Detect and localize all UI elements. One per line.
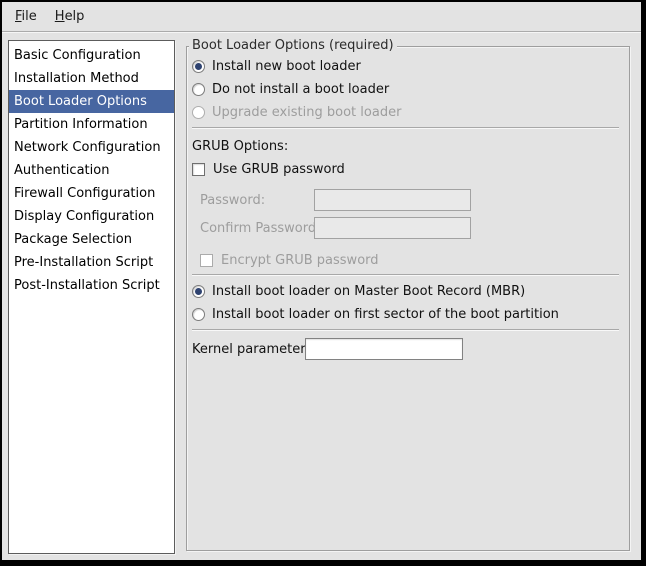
sidebar-item-installation-method[interactable]: Installation Method (9, 67, 174, 90)
radio-row-do-not-install[interactable]: Do not install a boot loader (192, 78, 619, 101)
radio-install-first-sector[interactable] (192, 308, 205, 321)
password-label: Password: (200, 193, 314, 208)
sidebar-item-authentication[interactable]: Authentication (9, 159, 174, 182)
password-input (314, 189, 471, 211)
checkbox-label: Use GRUB password (213, 162, 345, 177)
sidebar-item-network-configuration[interactable]: Network Configuration (9, 136, 174, 159)
radio-label: Upgrade existing boot loader (212, 105, 401, 120)
application-window: File Help Basic Configuration Installati… (0, 0, 646, 566)
sidebar-item-basic-configuration[interactable]: Basic Configuration (9, 44, 174, 67)
password-row: Password: (192, 189, 619, 211)
menu-item-help[interactable]: Help (46, 5, 94, 28)
separator (192, 274, 619, 276)
panel-body: Install new boot loader Do not install a… (187, 47, 629, 360)
menu-bar: File Help (2, 2, 641, 32)
panel-title: Boot Loader Options (required) (189, 38, 397, 53)
confirm-password-label: Confirm Password: (200, 221, 314, 236)
radio-do-not-install[interactable] (192, 83, 205, 96)
category-list: Basic Configuration Installation Method … (8, 40, 175, 554)
checkbox-row-encrypt-grub-password: Encrypt GRUB password (200, 249, 619, 272)
kernel-parameters-label: Kernel parameters: (192, 342, 305, 357)
sidebar-item-post-installation-script[interactable]: Post-Installation Script (9, 274, 174, 297)
kernel-parameters-row: Kernel parameters: (192, 338, 619, 360)
radio-label: Install boot loader on first sector of t… (212, 307, 559, 322)
radio-upgrade-existing (192, 106, 205, 119)
radio-install-mbr[interactable] (192, 285, 205, 298)
radio-row-install-mbr[interactable]: Install boot loader on Master Boot Recor… (192, 280, 619, 303)
sidebar-item-boot-loader-options[interactable]: Boot Loader Options (9, 90, 174, 113)
radio-label: Install boot loader on Master Boot Recor… (212, 284, 525, 299)
confirm-password-row: Confirm Password: (192, 217, 619, 239)
window-body: File Help Basic Configuration Installati… (2, 2, 641, 560)
checkbox-encrypt-grub-password (200, 254, 213, 267)
separator (192, 127, 619, 129)
radio-row-upgrade-existing: Upgrade existing boot loader (192, 101, 619, 124)
radio-label: Install new boot loader (212, 59, 361, 74)
checkbox-label: Encrypt GRUB password (221, 253, 379, 268)
separator (192, 329, 619, 331)
kernel-parameters-input[interactable] (305, 338, 463, 360)
sidebar-item-pre-installation-script[interactable]: Pre-Installation Script (9, 251, 174, 274)
radio-row-install-new-boot-loader[interactable]: Install new boot loader (192, 55, 619, 78)
grub-options-label: GRUB Options: (192, 135, 619, 158)
sidebar-item-partition-information[interactable]: Partition Information (9, 113, 174, 136)
radio-row-install-first-sector[interactable]: Install boot loader on first sector of t… (192, 303, 619, 326)
menu-item-file[interactable]: File (6, 5, 46, 28)
radio-label: Do not install a boot loader (212, 82, 389, 97)
confirm-password-input (314, 217, 471, 239)
sidebar-item-package-selection[interactable]: Package Selection (9, 228, 174, 251)
checkbox-use-grub-password[interactable] (192, 163, 205, 176)
checkbox-row-use-grub-password[interactable]: Use GRUB password (192, 158, 619, 181)
radio-install-new-boot-loader[interactable] (192, 60, 205, 73)
boot-loader-options-panel: Boot Loader Options (required) Install n… (186, 46, 630, 551)
sidebar-item-display-configuration[interactable]: Display Configuration (9, 205, 174, 228)
sidebar-item-firewall-configuration[interactable]: Firewall Configuration (9, 182, 174, 205)
